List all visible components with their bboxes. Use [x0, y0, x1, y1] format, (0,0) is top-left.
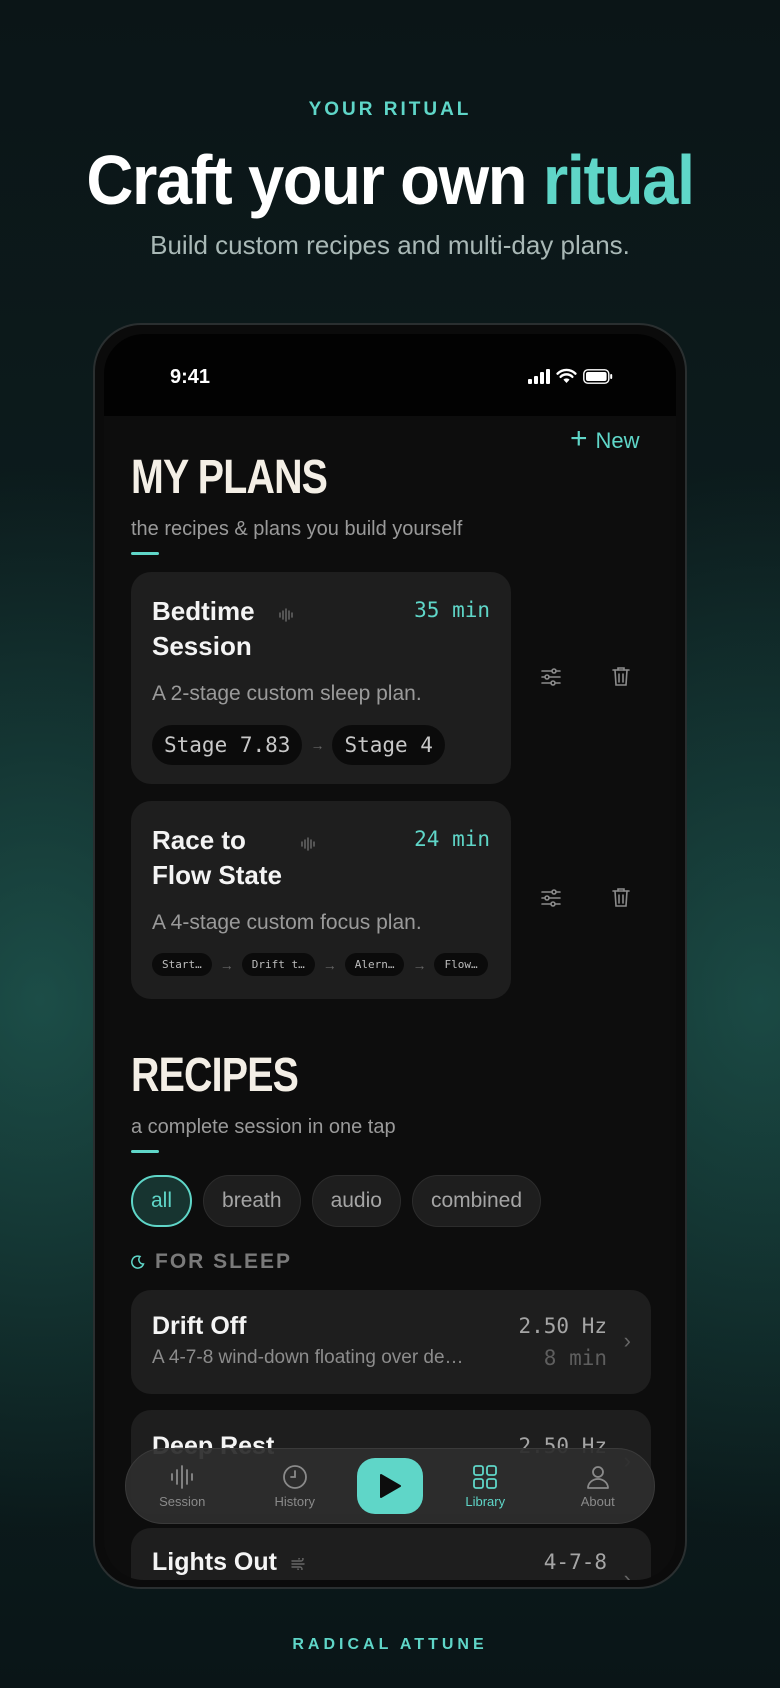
plus-icon: +	[570, 422, 588, 455]
plan-card[interactable]: Race to Flow State 24 min A 4-stage cust…	[131, 801, 511, 999]
stage-chip: Stage 7.83	[152, 725, 303, 765]
stage-chip: Alern…	[344, 953, 405, 976]
phone-frame: 9:41 + New MY PLANS the recipes & plans …	[93, 323, 687, 1589]
filter-all[interactable]: all	[131, 1175, 193, 1227]
arrow-right-icon: →	[310, 737, 325, 753]
arrow-right-icon: →	[322, 956, 337, 973]
status-time: 9:41	[170, 366, 211, 388]
chevron-right-icon: ›	[623, 1566, 631, 1580]
recipe-name: Drift Off	[152, 1312, 247, 1340]
recipe-frequency: 2.50 Hz	[518, 1314, 607, 1338]
tab-library[interactable]: Library	[429, 1464, 542, 1509]
audio-wave-icon	[301, 837, 315, 851]
arrow-right-icon: →	[219, 956, 234, 973]
recipe-frequency: 4-7-8	[543, 1550, 607, 1574]
headline-accent: ritual	[542, 141, 695, 219]
phone-screen: 9:41 + New MY PLANS the recipes & plans …	[104, 334, 676, 1580]
audio-wave-icon	[279, 608, 293, 622]
sliders-icon[interactable]	[541, 667, 561, 687]
plan-name: Race to Flow State	[152, 825, 283, 890]
arrow-right-icon: →	[412, 956, 427, 973]
stage-chip: Drift t…	[241, 953, 315, 976]
recipe-length: 8 min	[543, 1346, 607, 1370]
clock-icon	[282, 1464, 307, 1489]
group-heading: FOR SLEEP	[131, 1250, 292, 1274]
recipe-description: A 4-7-8 wind-down floating over de…	[152, 1347, 464, 1368]
trash-icon[interactable]	[612, 887, 630, 908]
plans-subtitle: the recipes & plans you build yourself	[131, 518, 463, 540]
plan-card[interactable]: Bedtime Session 35 min A 2-stage custom …	[131, 572, 511, 784]
tab-label: Session	[159, 1493, 206, 1509]
recipe-card[interactable]: Lights Out 4-7-8 ›	[131, 1528, 651, 1580]
stage-chip: Flow…	[434, 953, 488, 976]
filter-combined[interactable]: combined	[411, 1175, 542, 1227]
sliders-icon[interactable]	[541, 888, 561, 908]
waveform-icon	[171, 1464, 194, 1489]
recipe-card[interactable]: Drift Off A 4-7-8 wind-down floating ove…	[131, 1290, 651, 1394]
signal-icon	[528, 368, 550, 384]
filter-breath[interactable]: breath	[203, 1175, 301, 1227]
moon-icon	[131, 1255, 145, 1269]
filter-row: all breath audio combined	[131, 1175, 542, 1227]
person-icon	[586, 1465, 609, 1489]
headline: Craft your own ritual	[27, 140, 752, 220]
chevron-right-icon: ›	[623, 1328, 631, 1353]
plan-name: Bedtime Session	[152, 596, 255, 661]
group-heading-label: FOR SLEEP	[155, 1250, 293, 1273]
stage-chip: Start…	[152, 953, 212, 976]
play-button[interactable]	[357, 1458, 423, 1514]
tab-label: History	[274, 1493, 315, 1509]
plans-title: MY PLANS	[131, 451, 328, 504]
stage-chip: Stage 4	[332, 725, 445, 765]
recipes-underline	[131, 1150, 159, 1153]
footer-brand: RADICAL ATTUNE	[292, 1636, 488, 1653]
battery-icon	[583, 368, 613, 384]
grid-icon	[473, 1464, 498, 1489]
recipes-title: RECIPES	[131, 1049, 299, 1102]
subhead: Build custom recipes and multi-day plans…	[150, 230, 630, 260]
trash-icon[interactable]	[612, 666, 630, 687]
plan-duration: 35 min	[414, 598, 490, 622]
recipes-subtitle: a complete session in one tap	[131, 1116, 396, 1138]
stage-row: Stage 7.83 → Stage 4	[152, 725, 445, 765]
tab-session[interactable]: Session	[126, 1464, 239, 1509]
headline-main: Craft your own	[86, 141, 543, 219]
plan-description: A 2-stage custom sleep plan.	[152, 682, 422, 705]
play-icon	[380, 1474, 401, 1498]
tab-label: About	[580, 1493, 615, 1509]
tab-about[interactable]: About	[542, 1464, 655, 1509]
wifi-icon	[556, 368, 577, 383]
status-bar: 9:41	[104, 334, 676, 416]
tab-bar: Session History Library About	[125, 1448, 655, 1524]
wind-icon	[291, 1558, 305, 1570]
tab-history[interactable]: History	[239, 1464, 352, 1509]
new-button-label: New	[595, 428, 640, 453]
new-plan-button[interactable]: + New	[570, 424, 640, 454]
plan-duration: 24 min	[414, 827, 490, 851]
recipe-name: Lights Out	[152, 1548, 277, 1576]
tab-label: Library	[465, 1493, 506, 1509]
eyebrow-label: YOUR RITUAL	[308, 99, 472, 120]
status-icons	[528, 368, 613, 384]
stage-row: Start… → Drift t… → Alern… → Flow…	[152, 953, 488, 976]
plans-underline	[131, 552, 159, 555]
filter-audio[interactable]: audio	[311, 1175, 401, 1227]
plan-description: A 4-stage custom focus plan.	[152, 911, 422, 934]
